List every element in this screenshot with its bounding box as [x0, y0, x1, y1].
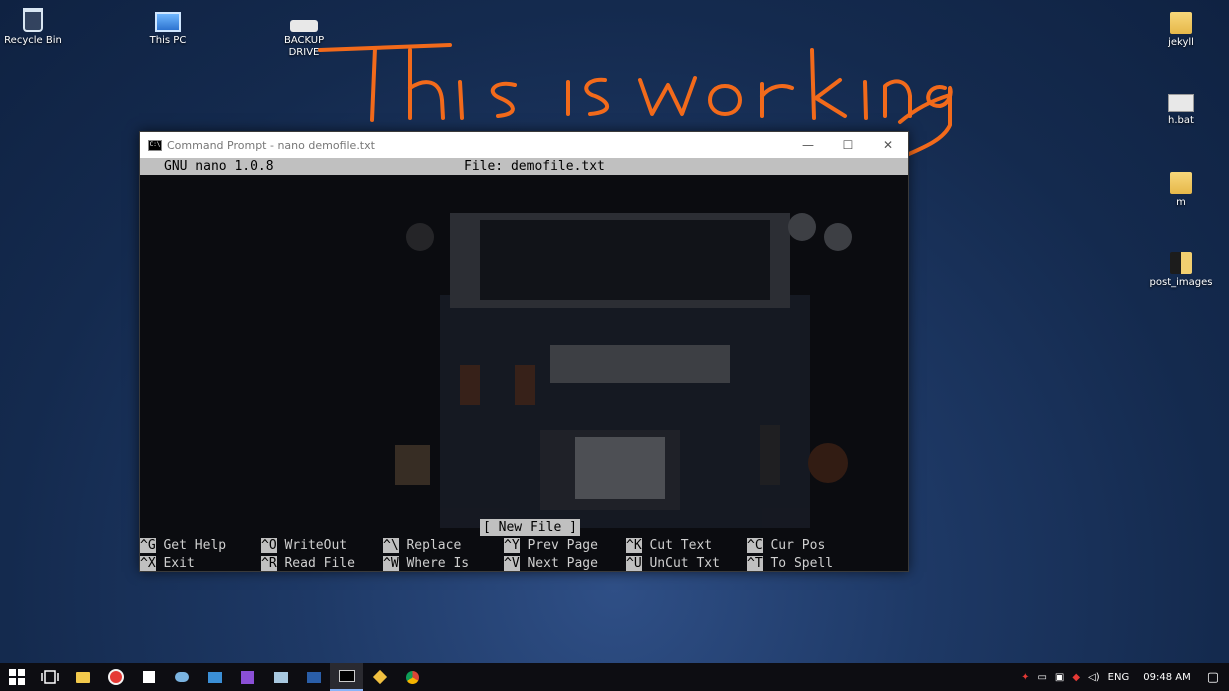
nano-version: GNU nano 1.0.8 — [164, 159, 274, 174]
desktop-icon-backup-drive[interactable]: BACKUP DRIVE — [269, 8, 339, 59]
desktop-icon-jekyll[interactable]: jekyll — [1146, 8, 1216, 49]
folder-icon — [1170, 172, 1192, 194]
battery-icon[interactable]: ▭ — [1037, 672, 1046, 683]
desktop-icon-m[interactable]: m — [1146, 168, 1216, 209]
computer-icon — [155, 12, 181, 32]
language-indicator[interactable]: ENG — [1108, 672, 1130, 683]
window-titlebar[interactable]: C:\ Command Prompt - nano demofile.txt —… — [140, 132, 908, 158]
weather-app-icon — [174, 672, 189, 682]
shortcut-to-spell[interactable]: ^T To Spell — [747, 555, 833, 573]
taskbar-app-photos[interactable] — [264, 663, 297, 691]
start-button[interactable] — [0, 663, 33, 691]
network-icon[interactable]: ▣ — [1055, 672, 1064, 683]
minimize-button[interactable]: — — [788, 132, 828, 158]
task-view-button[interactable] — [33, 663, 66, 691]
taskbar-recorder[interactable] — [99, 663, 132, 691]
contacts-app-icon — [207, 671, 222, 683]
folder-icon — [1170, 252, 1192, 274]
shortcut-uncut-text[interactable]: ^U UnCut Txt — [626, 555, 720, 573]
shortcut-where-is[interactable]: ^W Where Is — [383, 555, 469, 573]
command-prompt-window[interactable]: C:\ Command Prompt - nano demofile.txt —… — [139, 131, 909, 572]
taskbar-app-weather[interactable] — [165, 663, 198, 691]
chrome-icon — [406, 670, 419, 684]
editor-area[interactable] — [140, 175, 908, 528]
clock[interactable]: 09:48 AM — [1143, 672, 1190, 683]
shortcut-replace[interactable]: ^\ Replace — [383, 537, 461, 555]
folder-icon — [1170, 12, 1192, 34]
desktop-icon-label: jekyll — [1168, 37, 1194, 48]
shortcut-next-page[interactable]: ^V Next Page — [504, 555, 598, 573]
windows-logo-icon — [8, 669, 25, 685]
system-tray: ✦ ▭ ▣ ◆ ◁) ENG 09:48 AM ▢ — [1017, 663, 1229, 691]
notification-icon[interactable]: ▢ — [1207, 670, 1219, 685]
nano-status-message: [ New File ] — [480, 519, 580, 536]
desktop-icon-recycle-bin[interactable]: Recycle Bin — [0, 8, 68, 47]
taskbar-chrome[interactable] — [396, 663, 429, 691]
shortcut-read-file[interactable]: ^R Read File — [261, 555, 355, 573]
app-icon — [241, 670, 254, 684]
shortcut-cur-pos[interactable]: ^C Cur Pos — [747, 537, 825, 555]
command-prompt-icon — [338, 670, 355, 682]
taskbar-app-purple[interactable] — [231, 663, 264, 691]
nano-header: GNU nano 1.0.8 File: demofile.txt — [140, 158, 908, 175]
window-title: Command Prompt - nano demofile.txt — [167, 138, 375, 152]
desktop-icon-label: Recycle Bin — [4, 35, 62, 46]
desktop-icon-post-images[interactable]: post_images — [1146, 248, 1216, 289]
recycle-bin-icon — [23, 8, 43, 32]
volume-icon[interactable]: ◁) — [1088, 672, 1100, 683]
desktop-icon-label: h.bat — [1168, 115, 1194, 126]
desktop-icon-this-pc[interactable]: This PC — [133, 8, 203, 47]
batch-file-icon — [1168, 94, 1194, 112]
taskbar-command-prompt[interactable] — [330, 663, 363, 691]
terminal-background-image — [395, 213, 852, 528]
close-button[interactable]: ✕ — [868, 132, 908, 158]
taskbar-file-explorer[interactable] — [66, 663, 99, 691]
taskbar-app-contacts[interactable] — [198, 663, 231, 691]
shortcut-cut-text[interactable]: ^K Cut Text — [626, 537, 712, 555]
maximize-button[interactable]: ☐ — [828, 132, 868, 158]
shortcut-writeout[interactable]: ^O WriteOut — [261, 537, 347, 555]
desktop-icon-h-bat[interactable]: h.bat — [1146, 88, 1216, 127]
shortcut-prev-page[interactable]: ^Y Prev Page — [504, 537, 598, 555]
desktop-icon-label: BACKUP DRIVE — [284, 35, 325, 58]
tray-app-icon[interactable]: ✦ — [1021, 672, 1029, 683]
sticky-app-icon — [142, 671, 155, 683]
task-view-icon — [40, 670, 59, 684]
photos-app-icon — [273, 671, 288, 683]
taskbar-app-git[interactable] — [363, 663, 396, 691]
nano-filename: File: demofile.txt — [464, 159, 605, 174]
taskbar-powershell[interactable] — [297, 663, 330, 691]
desktop-icon-label: m — [1176, 197, 1186, 208]
shortcut-exit[interactable]: ^X Exit — [140, 555, 195, 573]
powershell-icon — [306, 671, 321, 683]
taskbar: ✦ ▭ ▣ ◆ ◁) ENG 09:48 AM ▢ — [0, 663, 1229, 691]
taskbar-app-sticky[interactable] — [132, 663, 165, 691]
drive-icon — [290, 20, 318, 32]
record-icon — [107, 669, 124, 685]
git-app-icon — [372, 669, 387, 685]
security-icon[interactable]: ◆ — [1072, 672, 1080, 683]
file-explorer-icon — [75, 671, 90, 683]
desktop-icon-label: This PC — [149, 35, 187, 46]
shortcut-get-help[interactable]: ^G Get Help — [140, 537, 226, 555]
command-prompt-icon: C:\ — [148, 139, 162, 151]
desktop-icon-label: post_images — [1149, 277, 1213, 288]
